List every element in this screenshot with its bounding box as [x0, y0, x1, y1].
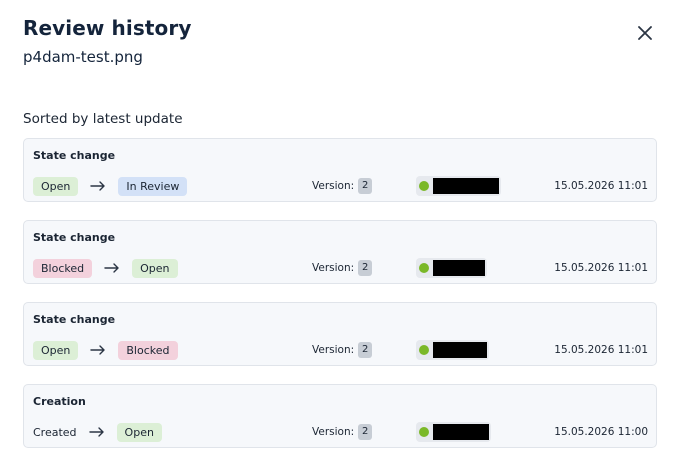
to-state-badge: In Review — [118, 176, 188, 196]
arrow-right-icon — [78, 345, 118, 355]
arrow-right-icon — [77, 427, 117, 437]
from-state-badge: Open — [33, 176, 79, 196]
avatar — [419, 181, 429, 191]
avatar — [419, 345, 429, 355]
panel-title: Review history — [23, 16, 192, 40]
to-state-badge: Open — [132, 258, 178, 278]
version-label: Version: — [312, 262, 355, 274]
avatar — [419, 427, 429, 437]
version-label: Version: — [312, 426, 355, 438]
version-info: Version: 2 — [312, 340, 373, 360]
entry-date: 15.05.2026 11:01 — [554, 344, 648, 356]
state-transition: Blocked Open — [33, 258, 178, 278]
user-chip — [416, 422, 491, 442]
user-chip — [416, 176, 501, 196]
from-state-badge: Open — [33, 340, 79, 360]
file-name: p4dam-test.png — [23, 48, 143, 66]
version-info: Version: 2 — [312, 422, 373, 442]
redacted-user-name — [433, 260, 485, 276]
entry-title: State change — [33, 231, 116, 244]
history-entry: Creation Created Open Version: 2 15.05.2… — [23, 384, 657, 448]
arrow-right-icon — [78, 181, 118, 191]
avatar — [419, 263, 429, 273]
arrow-right-icon — [92, 263, 132, 273]
state-transition: Open Blocked — [33, 340, 178, 360]
history-entry: State change Open In Review Version: 2 1… — [23, 138, 657, 202]
entry-title: Creation — [33, 395, 86, 408]
entry-title: State change — [33, 313, 116, 326]
entry-date: 15.05.2026 11:01 — [554, 180, 648, 192]
entry-title: State change — [33, 149, 116, 162]
redacted-user-name — [433, 342, 487, 358]
from-state-badge: Created — [33, 425, 77, 439]
state-transition: Open In Review — [33, 176, 188, 196]
version-number: 2 — [358, 260, 373, 276]
user-chip — [416, 340, 489, 360]
version-label: Version: — [312, 180, 355, 192]
sort-label: Sorted by latest update — [23, 111, 183, 127]
version-info: Version: 2 — [312, 258, 373, 278]
from-state-badge: Blocked — [33, 258, 93, 278]
to-state-badge: Open — [116, 422, 162, 442]
redacted-user-name — [433, 424, 489, 440]
to-state-badge: Blocked — [118, 340, 178, 360]
entry-date: 15.05.2026 11:01 — [554, 262, 648, 274]
version-info: Version: 2 — [312, 176, 373, 196]
state-transition: Created Open — [33, 422, 162, 442]
close-button[interactable] — [632, 20, 658, 46]
version-number: 2 — [358, 178, 373, 194]
version-number: 2 — [358, 424, 373, 440]
history-entry: State change Blocked Open Version: 2 15.… — [23, 220, 657, 284]
history-list: State change Open In Review Version: 2 1… — [23, 138, 657, 466]
history-entry: State change Open Blocked Version: 2 15.… — [23, 302, 657, 366]
version-label: Version: — [312, 344, 355, 356]
redacted-user-name — [433, 178, 499, 194]
user-chip — [416, 258, 487, 278]
entry-date: 15.05.2026 11:00 — [554, 426, 648, 438]
close-icon — [638, 26, 652, 40]
version-number: 2 — [358, 342, 373, 358]
